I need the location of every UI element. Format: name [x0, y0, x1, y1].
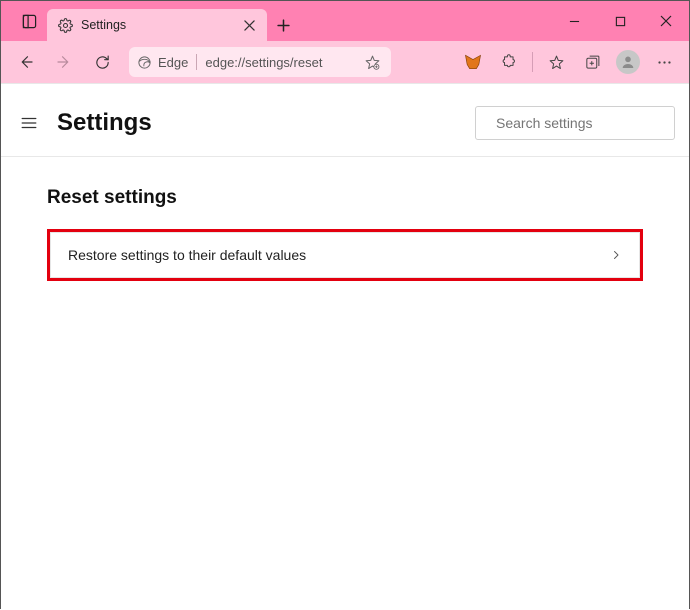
minimize-button[interactable] — [551, 1, 597, 41]
refresh-button[interactable] — [85, 45, 119, 79]
edge-logo-icon — [137, 55, 152, 70]
fox-icon — [463, 52, 483, 72]
tab-actions-button[interactable] — [11, 1, 47, 41]
new-tab-button[interactable] — [267, 9, 299, 41]
plus-icon — [277, 19, 290, 32]
address-separator — [196, 54, 197, 70]
avatar-icon — [616, 50, 640, 74]
tabs-area: Settings — [47, 1, 299, 41]
browser-toolbar: Edge edge://settings/reset — [1, 41, 689, 83]
tab-settings[interactable]: Settings — [47, 9, 267, 41]
address-bar[interactable]: Edge edge://settings/reset — [129, 47, 391, 77]
page-title: Settings — [57, 109, 152, 137]
extension-metamask-button[interactable] — [456, 45, 490, 79]
settings-menu-button[interactable] — [15, 109, 43, 137]
toolbar-right-icons — [456, 45, 681, 79]
extensions-button[interactable] — [492, 45, 526, 79]
collections-icon — [584, 54, 601, 71]
edge-badge: Edge — [137, 55, 188, 70]
settings-page: Settings Reset settings Restore settings… — [1, 83, 689, 610]
more-menu-button[interactable] — [647, 45, 681, 79]
dots-horizontal-icon — [656, 54, 673, 71]
search-input[interactable] — [496, 115, 677, 131]
star-plus-icon — [548, 54, 565, 71]
x-icon — [660, 15, 672, 27]
section-heading: Reset settings — [47, 187, 643, 209]
forward-button[interactable] — [47, 45, 81, 79]
hamburger-icon — [20, 114, 38, 132]
maximize-button[interactable] — [597, 1, 643, 41]
settings-header: Settings — [1, 84, 689, 157]
restore-defaults-button[interactable]: Restore settings to their default values — [47, 229, 643, 281]
close-tab-button[interactable] — [239, 15, 259, 35]
restore-defaults-label: Restore settings to their default values — [68, 247, 610, 263]
arrow-left-icon — [17, 53, 35, 71]
x-icon — [244, 20, 255, 31]
window-titlebar: Settings — [1, 1, 689, 41]
arrow-right-icon — [55, 53, 73, 71]
favorites-button[interactable] — [539, 45, 573, 79]
star-icon — [364, 54, 381, 71]
favorite-button[interactable] — [359, 49, 385, 75]
window-controls — [551, 1, 689, 41]
puzzle-icon — [501, 54, 518, 71]
collections-button[interactable] — [575, 45, 609, 79]
close-window-button[interactable] — [643, 1, 689, 41]
minimize-icon — [569, 16, 580, 27]
profile-button[interactable] — [611, 45, 645, 79]
address-text: edge://settings/reset — [205, 55, 351, 70]
titlebar-left-pad — [1, 1, 11, 41]
refresh-icon — [94, 54, 111, 71]
back-button[interactable] — [9, 45, 43, 79]
settings-search[interactable] — [475, 106, 675, 140]
edge-label: Edge — [158, 55, 188, 70]
chevron-right-icon — [610, 249, 622, 261]
gear-icon — [57, 17, 73, 33]
toolbar-separator — [532, 52, 533, 72]
maximize-icon — [615, 16, 626, 27]
reset-settings-section: Reset settings Restore settings to their… — [1, 157, 689, 311]
titlebar-spacer — [299, 1, 551, 41]
tab-title: Settings — [81, 18, 231, 32]
